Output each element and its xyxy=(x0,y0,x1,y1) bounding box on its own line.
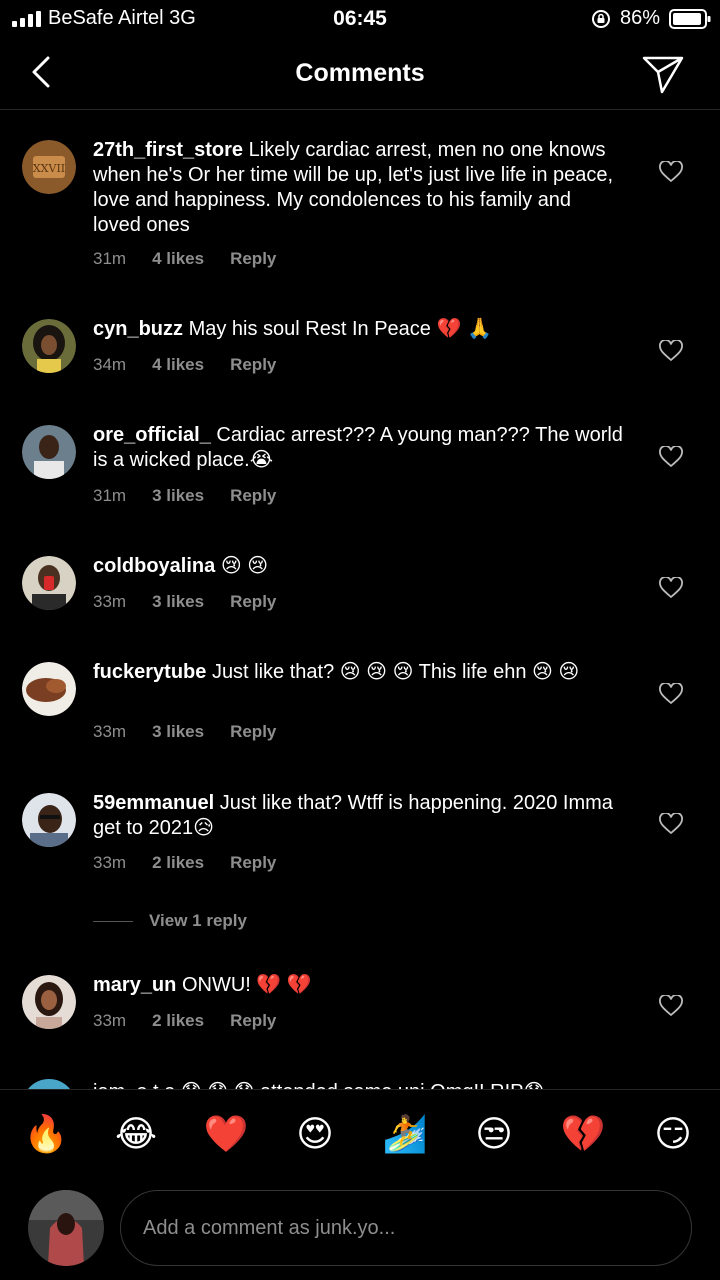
avatar[interactable]: XXVII xyxy=(22,140,76,194)
clock: 06:45 xyxy=(333,7,387,30)
comment-meta: 34m 4 likes Reply xyxy=(93,355,302,375)
comment-username[interactable]: fuckerytube xyxy=(93,661,206,683)
comment-text: fuckerytube Just like that? 😢 😢 😢 This l… xyxy=(93,660,623,685)
comment-likes[interactable]: 3 likes xyxy=(152,722,204,741)
surfer-emoji-button[interactable]: 🏄 xyxy=(382,1112,428,1158)
heart-icon[interactable] xyxy=(659,995,683,1017)
battery-icon xyxy=(669,9,711,29)
comment-text: cyn_buzz May his soul Rest In Peace 💔 🙏 xyxy=(93,317,623,342)
comment-time: 33m xyxy=(93,592,127,611)
view-replies-button[interactable]: View 1 reply xyxy=(93,911,247,931)
avatar[interactable] xyxy=(22,1079,76,1089)
smirk-emoji-button[interactable]: 😏 xyxy=(650,1112,696,1158)
heart-emoji-button[interactable]: ❤️ xyxy=(203,1112,249,1158)
emoji-quick-bar: 🔥 😂 ❤️ 😍 🏄 😒 💔 😏 xyxy=(0,1089,720,1181)
comment-meta: 33m 3 likes Reply xyxy=(93,592,302,612)
comment-likes[interactable]: 4 likes xyxy=(152,249,204,268)
comment-likes[interactable]: 3 likes xyxy=(152,486,204,505)
heart-icon[interactable] xyxy=(659,683,683,705)
comment-time: 33m xyxy=(93,853,127,872)
avatar[interactable] xyxy=(22,975,76,1029)
comment-input[interactable] xyxy=(120,1190,692,1266)
reply-button[interactable]: Reply xyxy=(230,355,276,374)
heart-icon[interactable] xyxy=(659,577,683,599)
comment-meta: 33m 3 likes Reply xyxy=(93,722,302,742)
comment-username[interactable]: ore_official_ xyxy=(93,424,211,446)
heart-icon[interactable] xyxy=(659,340,683,362)
avatar[interactable] xyxy=(22,662,76,716)
comment-message: 😢 😢 xyxy=(220,555,269,577)
partial-comment-text: iam_e.t.e 😓 😓 😓 attended same uni Omg!! … xyxy=(93,1079,544,1089)
avatar[interactable] xyxy=(22,556,76,610)
comment-text: ore_official_ Cardiac arrest??? A young … xyxy=(93,423,623,473)
reply-thread-line xyxy=(93,921,133,923)
heart-icon[interactable] xyxy=(659,446,683,468)
comment-meta: 31m 4 likes Reply xyxy=(93,249,302,269)
rotation-lock-icon xyxy=(592,10,610,28)
comment-time: 34m xyxy=(93,355,127,374)
heart-icon[interactable] xyxy=(659,813,683,835)
svg-text:XXVII: XXVII xyxy=(33,162,65,175)
reply-button[interactable]: Reply xyxy=(230,722,276,741)
comments-list[interactable]: XXVII 27th_first_store Likely cardiac ar… xyxy=(0,111,720,1089)
reply-button[interactable]: Reply xyxy=(230,1011,276,1030)
comment-username[interactable]: 27th_first_store xyxy=(93,139,243,161)
reply-button[interactable]: Reply xyxy=(230,249,276,268)
avatar[interactable] xyxy=(22,425,76,479)
avatar xyxy=(28,1190,104,1266)
comment-meta: 33m 2 likes Reply xyxy=(93,853,302,873)
comment-meta: 33m 2 likes Reply xyxy=(93,1011,302,1031)
reply-button[interactable]: Reply xyxy=(230,486,276,505)
comment-text: mary_un ONWU! 💔 💔 xyxy=(93,973,623,998)
heart-icon[interactable] xyxy=(659,161,683,183)
reply-button[interactable]: Reply xyxy=(230,592,276,611)
comment-composer xyxy=(0,1181,720,1280)
comment-time: 31m xyxy=(93,486,127,505)
comment-username[interactable]: mary_un xyxy=(93,974,176,996)
comment-likes[interactable]: 2 likes xyxy=(152,1011,204,1030)
comment-meta: 31m 3 likes Reply xyxy=(93,486,302,506)
page-title: Comments xyxy=(295,59,425,87)
unamused-emoji-button[interactable]: 😒 xyxy=(471,1112,517,1158)
paper-plane-icon[interactable] xyxy=(640,52,686,96)
comment-text: coldboyalina 😢 😢 xyxy=(93,554,623,579)
fire-emoji-button[interactable]: 🔥 xyxy=(23,1112,69,1158)
heart-eyes-emoji-button[interactable]: 😍 xyxy=(292,1112,338,1158)
comment-text: 27th_first_store Likely cardiac arrest, … xyxy=(93,138,623,238)
comment-likes[interactable]: 2 likes xyxy=(152,853,204,872)
laughing-emoji-button[interactable]: 😂 xyxy=(113,1112,159,1158)
comment-time: 31m xyxy=(93,249,127,268)
comment-time: 33m xyxy=(93,1011,127,1030)
header: Comments xyxy=(0,38,720,110)
comment-likes[interactable]: 3 likes xyxy=(152,592,204,611)
reply-button[interactable]: Reply xyxy=(230,853,276,872)
avatar[interactable] xyxy=(22,319,76,373)
comment-message: May his soul Rest In Peace 💔 🙏 xyxy=(188,318,492,340)
comment-message: Just like that? 😢 😢 😢 This life ehn 😢 😢 xyxy=(211,661,580,683)
comment-username[interactable]: 59emmanuel xyxy=(93,792,214,814)
view-replies-label: View 1 reply xyxy=(149,911,247,930)
comment-text: 59emmanuel Just like that? Wtff is happe… xyxy=(93,791,623,841)
chevron-left-icon[interactable] xyxy=(26,52,58,92)
comment-time: 33m xyxy=(93,722,127,741)
comment-username[interactable]: cyn_buzz xyxy=(93,318,183,340)
comment-message: ONWU! 💔 💔 xyxy=(181,974,312,996)
status-bar: BeSafe Airtel 3G 06:45 86% xyxy=(0,0,720,38)
avatar[interactable] xyxy=(22,793,76,847)
comment-likes[interactable]: 4 likes xyxy=(152,355,204,374)
broken-heart-emoji-button[interactable]: 💔 xyxy=(560,1112,606,1158)
battery-percentage: 86% xyxy=(620,7,661,29)
comment-username[interactable]: coldboyalina xyxy=(93,555,215,577)
